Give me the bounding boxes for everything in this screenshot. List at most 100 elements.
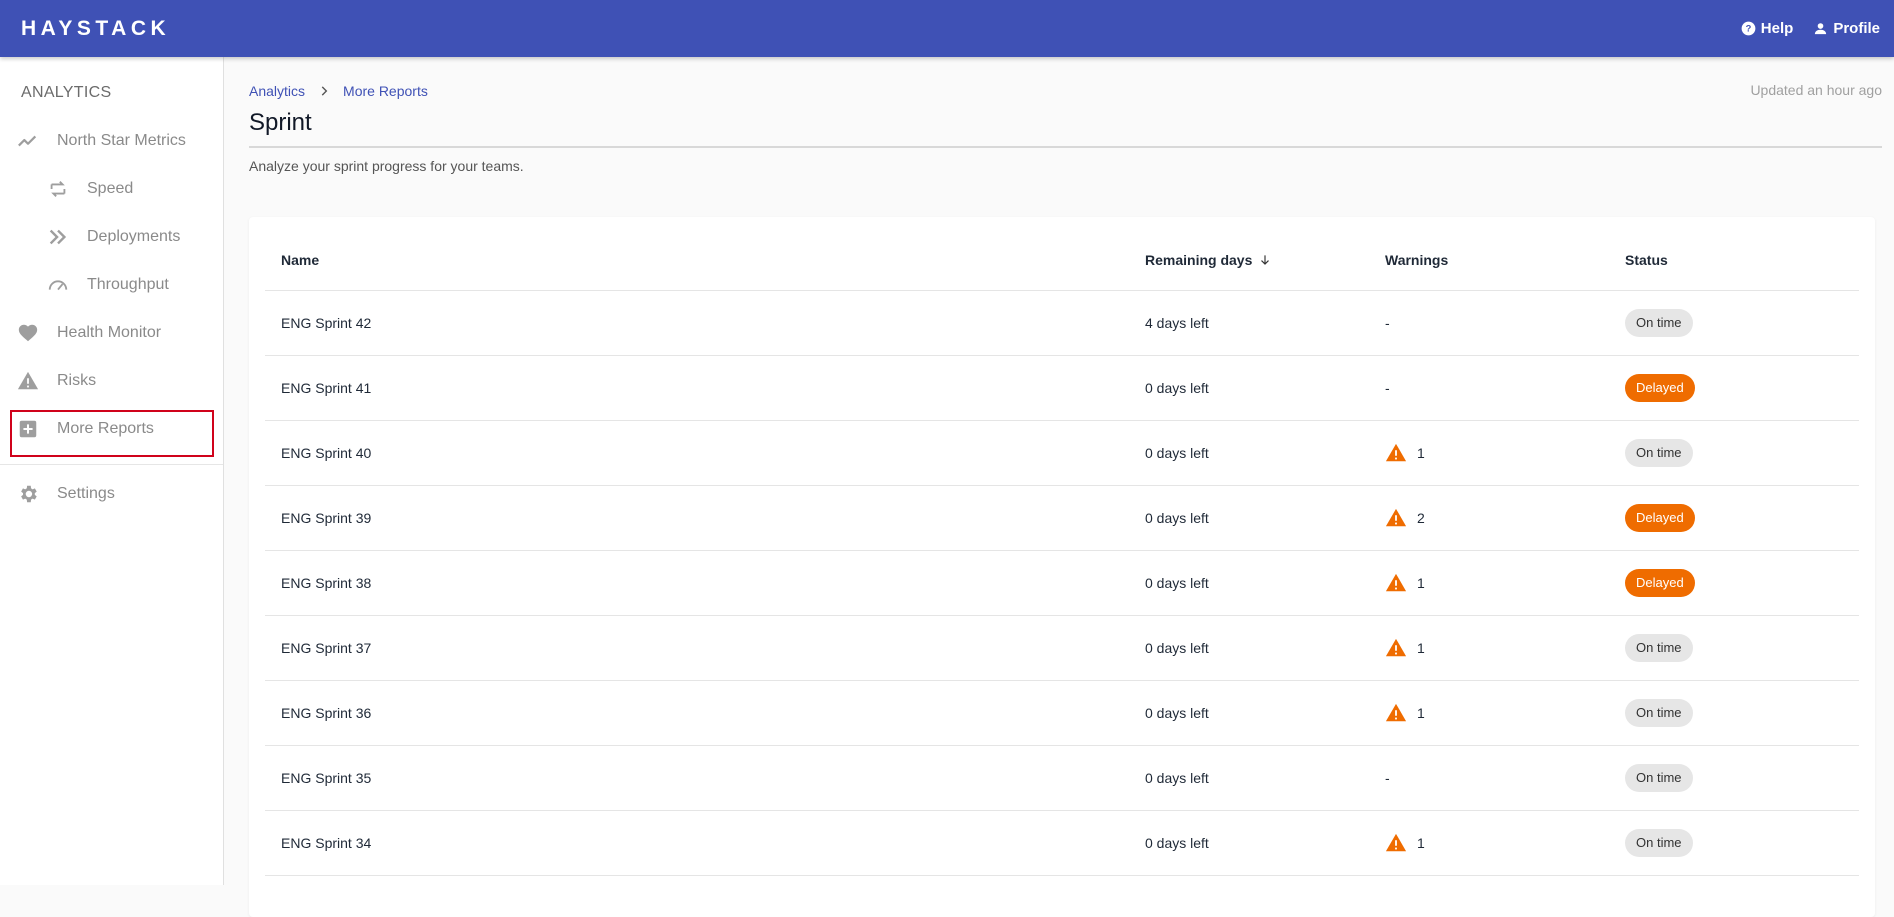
warning-count: 1 — [1417, 834, 1425, 851]
table-row[interactable]: ENG Sprint 38 0 days left 1 Delayed — [265, 550, 1859, 616]
table-row[interactable]: ENG Sprint 35 0 days left - On time — [265, 745, 1859, 811]
column-header-warnings[interactable]: Warnings — [1385, 231, 1625, 291]
page-subtitle: Analyze your sprint progress for your te… — [249, 158, 524, 174]
warning-count: 1 — [1417, 704, 1425, 721]
warnings-cell: 1 — [1385, 810, 1625, 876]
warnings-cell: 1 — [1385, 420, 1625, 486]
main-content: Analytics More Reports Updated an hour a… — [225, 57, 1894, 917]
person-icon — [1815, 23, 1827, 35]
table-row[interactable]: ENG Sprint 40 0 days left 1 On time — [265, 420, 1859, 486]
warning-icon — [16, 369, 40, 393]
table-row[interactable]: ENG Sprint 42 4 days left - On time — [265, 290, 1859, 356]
sprint-table-card: Name Remaining days Warnings Status ENG … — [249, 217, 1875, 917]
table-row[interactable]: ENG Sprint 41 0 days left - Delayed — [265, 355, 1859, 421]
sprint-name[interactable]: ENG Sprint 37 — [265, 615, 1145, 681]
help-button[interactable]: ? Help — [1741, 20, 1793, 37]
sidebar-item-label: Speed — [87, 180, 134, 197]
warning-icon — [1385, 638, 1407, 656]
status-cell: On time — [1625, 745, 1859, 811]
warning-count: - — [1385, 769, 1390, 786]
status-cell: On time — [1625, 290, 1859, 356]
sprint-name[interactable]: ENG Sprint 34 — [265, 810, 1145, 876]
status-cell: Delayed — [1625, 355, 1859, 421]
sidebar-item-more-reports[interactable]: More Reports — [0, 405, 223, 453]
profile-label: Profile — [1833, 20, 1880, 37]
sprint-name[interactable]: ENG Sprint 36 — [265, 680, 1145, 746]
status-badge[interactable]: On time — [1625, 308, 1693, 337]
warnings-cell: 1 — [1385, 680, 1625, 746]
warnings-cell: 2 — [1385, 485, 1625, 551]
status-cell: Delayed — [1625, 485, 1859, 551]
status-badge[interactable]: On time — [1625, 438, 1693, 467]
sidebar-heading: ANALYTICS — [21, 84, 112, 101]
remaining-days: 0 days left — [1145, 810, 1385, 876]
status-badge[interactable]: On time — [1625, 633, 1693, 662]
column-header-status[interactable]: Status — [1625, 231, 1859, 291]
sidebar-item-north-star-metrics[interactable]: North Star Metrics — [0, 117, 223, 165]
status-badge[interactable]: On time — [1625, 763, 1693, 792]
svg-text:?: ? — [1745, 24, 1751, 34]
remaining-days: 0 days left — [1145, 550, 1385, 616]
breadcrumb-more-reports-link[interactable]: More Reports — [343, 83, 428, 99]
heart-icon — [16, 321, 40, 345]
double-chevron-right-icon — [46, 225, 70, 249]
remaining-days: 0 days left — [1145, 615, 1385, 681]
sprint-name[interactable]: ENG Sprint 42 — [265, 290, 1145, 356]
warnings-cell: - — [1385, 290, 1625, 356]
remaining-days: 0 days left — [1145, 745, 1385, 811]
sidebar-item-health-monitor[interactable]: Health Monitor — [0, 309, 223, 357]
sidebar-item-throughput[interactable]: Throughput — [0, 261, 223, 309]
chevron-right-icon — [321, 86, 328, 96]
sprint-name[interactable]: ENG Sprint 35 — [265, 745, 1145, 811]
column-header-name[interactable]: Name — [265, 231, 1145, 291]
breadcrumb: Analytics More Reports — [249, 83, 428, 99]
status-badge[interactable]: Delayed — [1625, 373, 1695, 402]
haystack-logo[interactable]: HAYSTACK — [21, 17, 170, 41]
column-header-remaining-days[interactable]: Remaining days — [1145, 231, 1385, 291]
remaining-days: 0 days left — [1145, 485, 1385, 551]
sidebar-item-settings[interactable]: Settings — [0, 470, 223, 518]
warning-count: 2 — [1417, 509, 1425, 526]
table-header-row: Name Remaining days Warnings Status — [265, 231, 1859, 291]
breadcrumb-analytics-link[interactable]: Analytics — [249, 83, 305, 99]
status-cell: On time — [1625, 615, 1859, 681]
table-row[interactable]: ENG Sprint 36 0 days left 1 On time — [265, 680, 1859, 746]
sidebar-item-speed[interactable]: Speed — [0, 165, 223, 213]
sidebar-item-label: Throughput — [87, 276, 169, 293]
sidebar-item-label: Deployments — [87, 228, 181, 245]
column-header-label: Remaining days — [1145, 252, 1253, 269]
warnings-cell: - — [1385, 745, 1625, 811]
status-cell: On time — [1625, 420, 1859, 486]
remaining-days: 0 days left — [1145, 420, 1385, 486]
remaining-days: 0 days left — [1145, 355, 1385, 421]
sprint-name[interactable]: ENG Sprint 41 — [265, 355, 1145, 421]
sidebar-item-deployments[interactable]: Deployments — [0, 213, 223, 261]
status-badge[interactable]: Delayed — [1625, 568, 1695, 597]
warning-count: - — [1385, 379, 1390, 396]
sprint-name[interactable]: ENG Sprint 39 — [265, 485, 1145, 551]
page-title: Sprint — [249, 109, 312, 136]
plus-box-icon — [16, 417, 40, 441]
profile-button[interactable]: Profile — [1813, 20, 1880, 37]
table-row[interactable]: ENG Sprint 39 0 days left 2 Delayed — [265, 485, 1859, 551]
status-badge[interactable]: On time — [1625, 828, 1693, 857]
sidebar: ANALYTICS North Star Metrics Speed Deplo… — [0, 57, 224, 885]
sprint-name[interactable]: ENG Sprint 38 — [265, 550, 1145, 616]
title-divider — [249, 146, 1882, 148]
warning-icon — [1385, 508, 1407, 526]
warning-count: - — [1385, 314, 1390, 331]
remaining-days: 0 days left — [1145, 680, 1385, 746]
sidebar-item-risks[interactable]: Risks — [0, 357, 223, 405]
status-cell: On time — [1625, 680, 1859, 746]
table-row[interactable]: ENG Sprint 37 0 days left 1 On time — [265, 615, 1859, 681]
sidebar-item-label: More Reports — [57, 420, 154, 437]
sidebar-item-label: Risks — [57, 372, 97, 389]
warning-icon — [1385, 573, 1407, 591]
speedometer-icon — [46, 273, 70, 297]
status-badge[interactable]: On time — [1625, 698, 1693, 727]
sprint-table: Name Remaining days Warnings Status ENG … — [265, 231, 1859, 876]
status-badge[interactable]: Delayed — [1625, 503, 1695, 532]
table-row[interactable]: ENG Sprint 34 0 days left 1 On time — [265, 810, 1859, 876]
last-updated-text: Updated an hour ago — [1750, 82, 1882, 98]
sprint-name[interactable]: ENG Sprint 40 — [265, 420, 1145, 486]
